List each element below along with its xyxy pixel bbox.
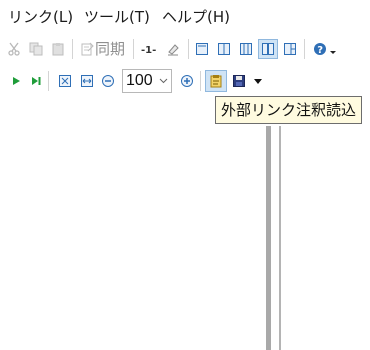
fit-page-icon[interactable] [55, 71, 75, 91]
zoom-out-icon[interactable] [98, 71, 118, 91]
toolbar-row-2: 100 [0, 66, 370, 96]
cut-icon[interactable] [4, 39, 24, 59]
menu-tools[interactable]: ツール(T) [84, 7, 150, 27]
zoom-combobox[interactable]: 100 [122, 69, 172, 93]
three-column-icon[interactable] [236, 39, 256, 59]
menu-link[interactable]: リンク(L) [8, 7, 73, 27]
zoom-in-icon[interactable] [177, 71, 197, 91]
line-number-icon[interactable]: -1- [139, 39, 159, 59]
sync-icon[interactable] [77, 39, 97, 59]
split-horizontal-icon[interactable] [280, 39, 300, 59]
help-dropdown-icon[interactable] [327, 43, 339, 59]
tooltip: 外部リンク注釈読込 [215, 96, 363, 124]
toolbar-separator [188, 39, 189, 59]
menu-help[interactable]: ヘルプ(H) [162, 7, 230, 27]
read-external-annotations-icon[interactable] [205, 70, 227, 92]
toolbar-separator [304, 39, 305, 59]
toolbar-separator [48, 71, 49, 91]
chevron-down-icon[interactable] [156, 70, 171, 92]
right-panel [266, 126, 370, 350]
panel-divider [279, 126, 281, 350]
toolbar-row-1: 同期 -1- ? [0, 34, 370, 64]
play-icon[interactable] [6, 71, 26, 91]
menu-bar: リンク(L) ツール(T) ヘルプ(H) [0, 0, 370, 35]
step-forward-icon[interactable] [26, 71, 46, 91]
toolbar-separator [133, 39, 134, 59]
svg-text:?: ? [317, 45, 323, 56]
toolbar-separator [200, 71, 201, 91]
eraser-icon[interactable] [163, 39, 183, 59]
two-column-icon[interactable] [214, 39, 234, 59]
svg-text:-1-: -1- [141, 45, 156, 56]
fit-width-icon[interactable] [77, 71, 97, 91]
paste-icon[interactable] [48, 39, 68, 59]
split-vertical-icon[interactable] [258, 39, 278, 59]
sync-label[interactable]: 同期 [95, 38, 125, 60]
single-pane-icon[interactable] [192, 39, 212, 59]
splitter-handle[interactable] [266, 126, 271, 350]
copy-icon[interactable] [26, 39, 46, 59]
zoom-value[interactable]: 100 [126, 70, 153, 92]
toolbar-separator [72, 39, 73, 59]
dropdown-arrow-icon[interactable] [248, 71, 268, 91]
save-icon[interactable] [229, 71, 249, 91]
